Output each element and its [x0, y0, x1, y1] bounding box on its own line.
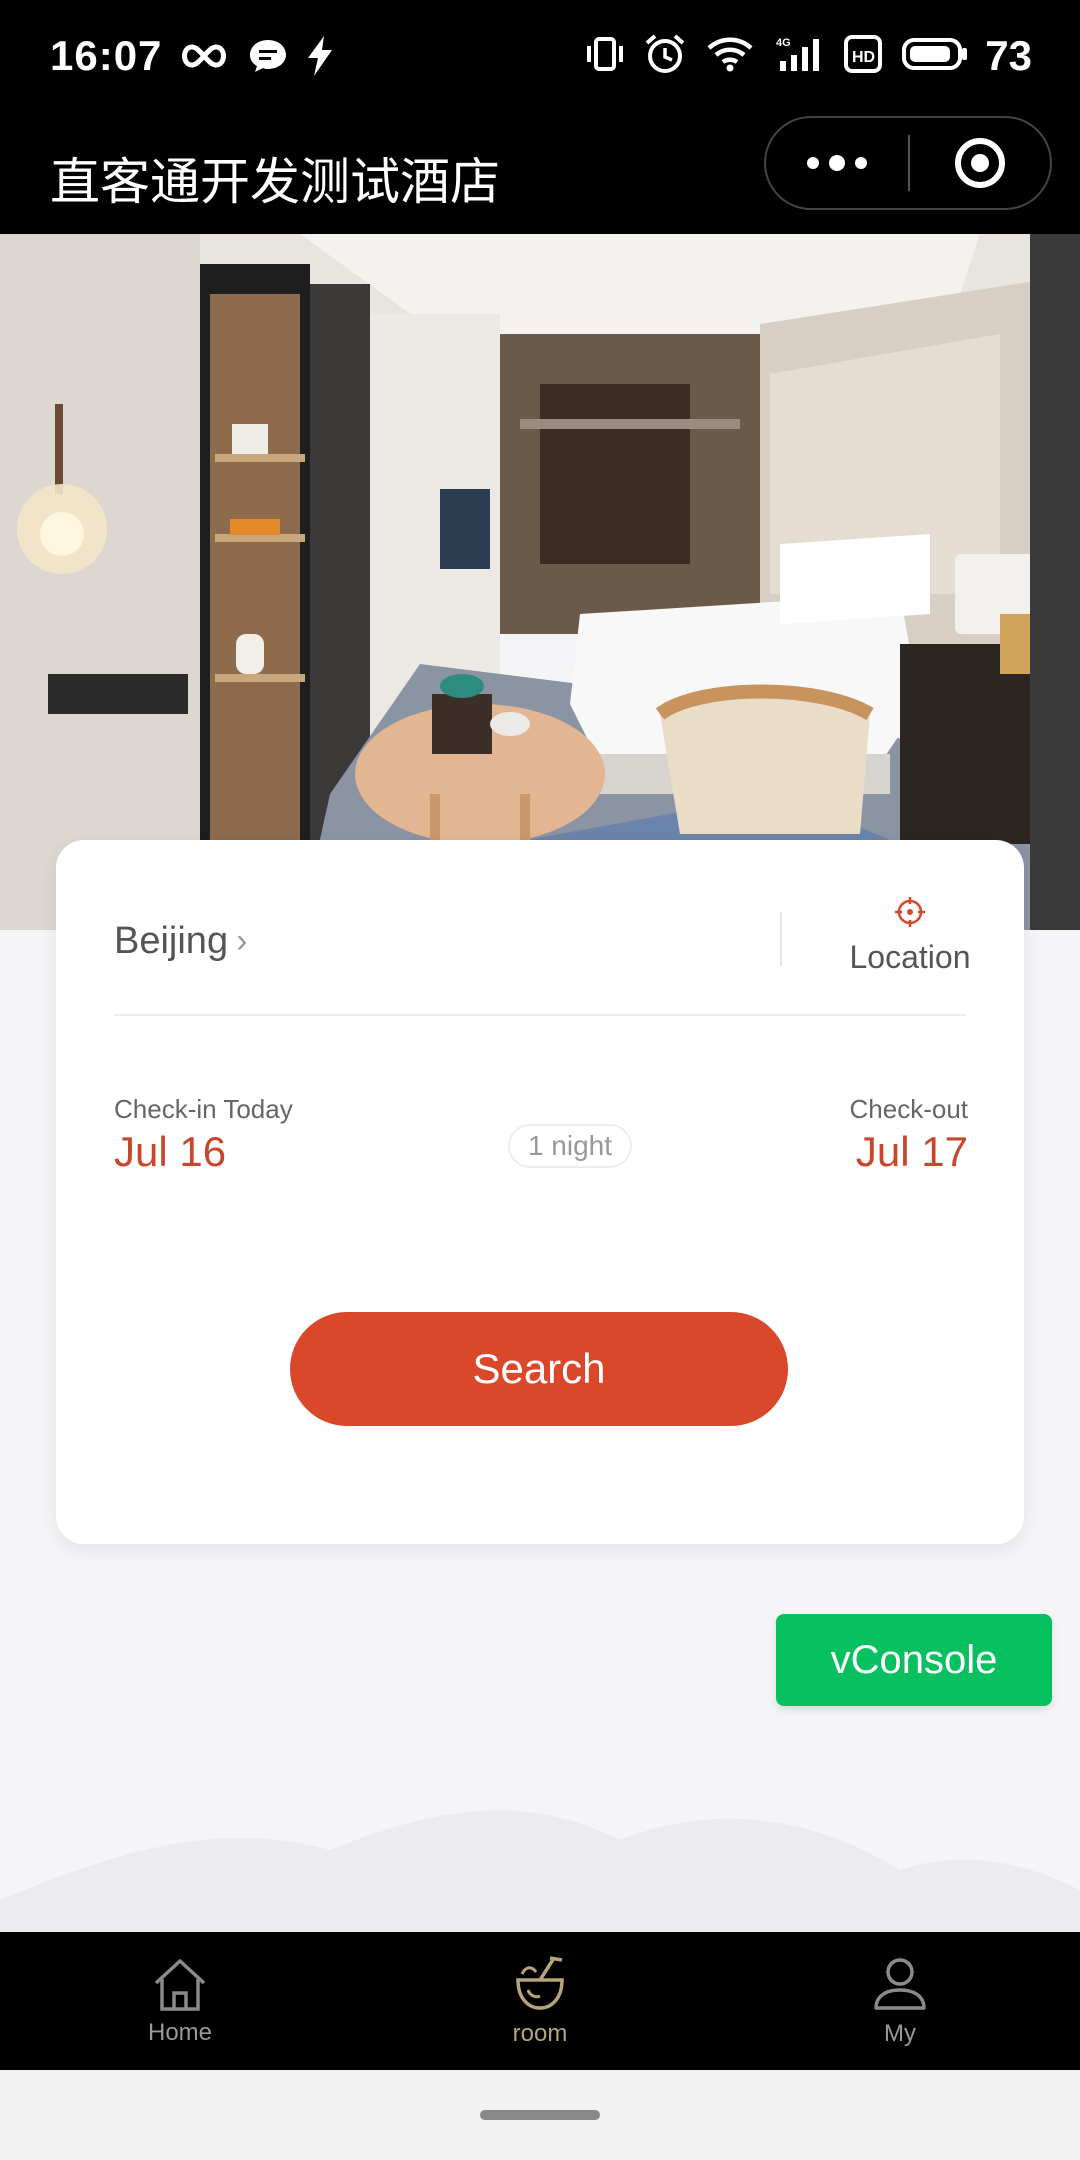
- svg-text:HD: HD: [852, 49, 875, 66]
- locate-crosshair-icon: [895, 897, 925, 927]
- signal-4g-icon: 4G: [776, 37, 819, 71]
- tab-room[interactable]: room: [360, 1932, 720, 2070]
- wifi-icon: [707, 37, 753, 72]
- status-right-icons: 4G HD: [586, 34, 968, 74]
- status-time: 16:07: [50, 32, 163, 79]
- status-bar: 16:07 4G HD 73: [0, 0, 1080, 112]
- close-button[interactable]: [910, 118, 1050, 208]
- checkout-label: Check-out: [849, 1094, 969, 1124]
- city-selector[interactable]: Beijing ›: [114, 920, 247, 963]
- search-button[interactable]: Search: [290, 1312, 788, 1426]
- battery-icon: [902, 38, 967, 70]
- checkin-label: Check-in Today: [114, 1094, 293, 1124]
- page-title: 直客通开发测试酒店: [50, 153, 500, 211]
- user-icon: [874, 1958, 926, 2010]
- tab-my-label: My: [884, 2020, 916, 2047]
- checkin-date[interactable]: Jul 16: [114, 1128, 226, 1176]
- location-label: Location: [849, 939, 971, 975]
- tab-home[interactable]: Home: [0, 1932, 360, 2070]
- message-icon: [250, 40, 286, 72]
- location-divider: [780, 912, 782, 966]
- more-button[interactable]: [766, 118, 908, 208]
- tab-room-label: room: [512, 2020, 568, 2047]
- location-button[interactable]: Location: [836, 896, 984, 976]
- system-home-bar: [0, 2070, 1080, 2160]
- hotel-room-banner: [0, 234, 1080, 930]
- vconsole-button[interactable]: vConsole: [776, 1614, 1052, 1706]
- coconut-drink-icon: [516, 1956, 564, 2010]
- infinity-icon: [182, 44, 226, 68]
- alarm-icon: [645, 34, 685, 73]
- miniprogram-capsule: [764, 116, 1052, 210]
- home-indicator[interactable]: [480, 2110, 600, 2120]
- card-divider: [114, 1014, 966, 1016]
- home-icon: [154, 1959, 206, 2011]
- battery-percentage: 73: [985, 32, 1032, 79]
- status-left-icons: [178, 36, 334, 76]
- navigation-bar: 直客通开发测试酒店: [0, 112, 1080, 234]
- city-name: Beijing: [114, 920, 229, 962]
- tab-my[interactable]: My: [720, 1932, 1080, 2070]
- vibrate-icon: [587, 37, 623, 71]
- tab-home-label: Home: [147, 2019, 213, 2046]
- chevron-right-icon: ›: [236, 922, 248, 960]
- nights-badge: 1 night: [508, 1124, 632, 1168]
- booking-card: Beijing › Location Check-in Today Jul 16…: [56, 840, 1024, 1544]
- checkout-date[interactable]: Jul 17: [856, 1128, 968, 1176]
- charging-bolt-icon: [308, 36, 332, 76]
- bottom-tab-bar: Home room My: [0, 1932, 1080, 2070]
- hd-icon: HD: [844, 35, 882, 73]
- background-mountain-decoration: [0, 1810, 1080, 1932]
- svg-text:4G: 4G: [776, 37, 791, 49]
- close-target-icon: [955, 138, 1005, 188]
